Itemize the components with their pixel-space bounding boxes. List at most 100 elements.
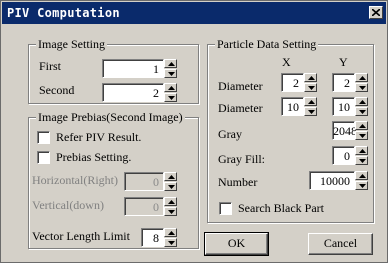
gray-spinner[interactable] (355, 121, 368, 140)
image-setting-group: Image Setting First 1 Second 2 (28, 37, 199, 104)
second-image-input[interactable]: 2 (102, 83, 164, 102)
image-prebias-group: Image Prebias(Second Image) Refer PIV Re… (28, 110, 199, 249)
spin-down-button[interactable] (164, 93, 177, 102)
horizontal-label: Horizontal(Right) (32, 173, 118, 187)
arrow-up-icon (359, 124, 366, 128)
spin-up-button[interactable] (164, 172, 177, 181)
arrow-down-icon (168, 185, 175, 189)
piv-computation-dialog: PIV Computation Image Setting First 1 Se… (0, 0, 388, 263)
spin-down-button[interactable] (304, 83, 317, 92)
prebias-setting-label[interactable]: Prebias Setting. (56, 150, 131, 165)
arrow-down-icon (359, 184, 366, 188)
image-setting-legend: Image Setting (36, 37, 107, 52)
spin-down-button[interactable] (355, 181, 368, 190)
diameter-1-x-spinner[interactable] (304, 73, 317, 92)
spin-up-button[interactable] (355, 146, 368, 155)
column-x-header: X (282, 55, 291, 69)
refer-piv-label[interactable]: Refer PIV Result. (56, 130, 141, 145)
first-image-input[interactable]: 1 (102, 59, 164, 78)
vertical-input[interactable]: 0 (124, 197, 164, 216)
arrow-up-icon (359, 100, 366, 104)
close-icon (372, 9, 380, 16)
arrow-up-icon (168, 175, 175, 179)
spin-down-button[interactable] (355, 156, 368, 165)
diameter-2-x-spinner[interactable] (304, 97, 317, 116)
arrow-down-icon (168, 72, 175, 76)
number-spinner[interactable] (355, 171, 368, 190)
search-black-part-label[interactable]: Search Black Part (238, 201, 324, 216)
first-image-spinner[interactable] (164, 59, 177, 78)
second-image-spinner[interactable] (164, 83, 177, 102)
ok-button[interactable]: OK (204, 232, 269, 256)
image-prebias-legend: Image Prebias(Second Image) (36, 110, 185, 125)
refer-piv-checkbox[interactable] (37, 131, 50, 144)
gray-fill-spinner[interactable] (355, 146, 368, 165)
spin-up-button[interactable] (164, 83, 177, 92)
arrow-down-icon (359, 134, 366, 138)
spin-up-button[interactable] (355, 121, 368, 130)
spin-up-button[interactable] (164, 197, 177, 206)
spin-up-button[interactable] (164, 228, 177, 237)
spin-up-button[interactable] (355, 97, 368, 106)
arrow-down-icon (359, 110, 366, 114)
arrow-up-icon (168, 231, 175, 235)
cancel-button[interactable]: Cancel (308, 233, 373, 255)
diameter-1-x-input[interactable]: 2 (281, 73, 304, 92)
spin-down-button[interactable] (164, 207, 177, 216)
number-label: Number (218, 175, 258, 189)
spin-up-button[interactable] (304, 73, 317, 82)
arrow-up-icon (359, 174, 366, 178)
vertical-spinner[interactable] (164, 197, 177, 216)
gray-fill-label: Gray Fill: (218, 152, 265, 166)
gray-fill-input[interactable]: 0 (332, 146, 355, 165)
vector-length-spinner[interactable] (164, 228, 177, 247)
spin-up-button[interactable] (304, 97, 317, 106)
number-input[interactable]: 10000 (309, 171, 355, 190)
spin-down-button[interactable] (164, 69, 177, 78)
spin-up-button[interactable] (355, 171, 368, 180)
arrow-down-icon (308, 110, 315, 114)
close-button[interactable] (369, 6, 383, 19)
vector-length-input[interactable]: 8 (141, 228, 164, 247)
spin-down-button[interactable] (355, 83, 368, 92)
spin-down-button[interactable] (164, 238, 177, 247)
arrow-down-icon (168, 96, 175, 100)
arrow-down-icon (359, 86, 366, 90)
spin-down-button[interactable] (304, 107, 317, 116)
arrow-up-icon (168, 62, 175, 66)
diameter-2-label: Diameter (218, 101, 263, 115)
arrow-down-icon (168, 241, 175, 245)
diameter-2-y-input[interactable]: 10 (332, 97, 355, 116)
diameter-1-label: Diameter (218, 79, 263, 93)
search-black-part-checkbox[interactable] (219, 202, 232, 215)
particle-data-group: Particle Data Setting X Y Diameter 2 2 D… (207, 37, 374, 223)
vertical-label: Vertical(down) (32, 198, 104, 212)
diameter-2-y-spinner[interactable] (355, 97, 368, 116)
arrow-up-icon (308, 100, 315, 104)
vector-length-label: Vector Length Limit (32, 229, 130, 243)
title-bar[interactable]: PIV Computation (2, 2, 386, 24)
arrow-up-icon (168, 86, 175, 90)
gray-label: Gray (218, 127, 242, 141)
spin-up-button[interactable] (355, 73, 368, 82)
arrow-down-icon (308, 86, 315, 90)
arrow-up-icon (359, 149, 366, 153)
first-label: First (39, 59, 62, 73)
arrow-up-icon (308, 76, 315, 80)
spin-up-button[interactable] (164, 59, 177, 68)
spin-down-button[interactable] (164, 182, 177, 191)
particle-data-legend: Particle Data Setting (215, 37, 319, 52)
arrow-up-icon (168, 200, 175, 204)
horizontal-spinner[interactable] (164, 172, 177, 191)
diameter-1-y-spinner[interactable] (355, 73, 368, 92)
diameter-2-x-input[interactable]: 10 (281, 97, 304, 116)
gray-input[interactable]: 2048 (332, 121, 357, 140)
spin-down-button[interactable] (355, 107, 368, 116)
diameter-1-y-input[interactable]: 2 (332, 73, 355, 92)
horizontal-input[interactable]: 0 (124, 172, 164, 191)
prebias-setting-checkbox[interactable] (37, 151, 50, 164)
spin-down-button[interactable] (355, 131, 368, 140)
column-y-header: Y (339, 55, 348, 69)
arrow-down-icon (359, 159, 366, 163)
arrow-down-icon (168, 210, 175, 214)
